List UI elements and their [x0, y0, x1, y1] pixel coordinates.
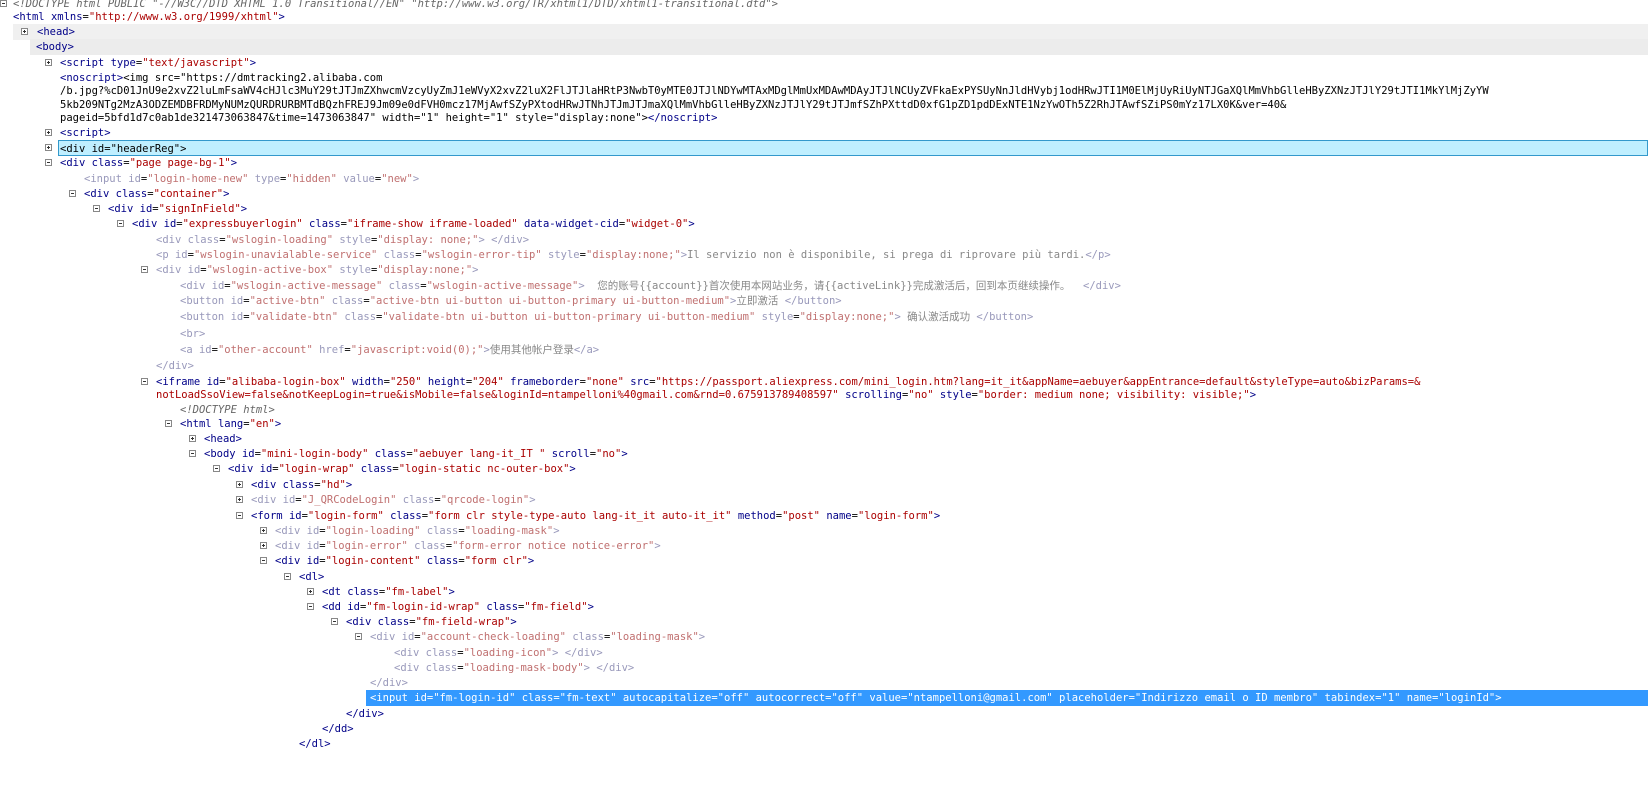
tree-row-head[interactable]: <head> [13, 24, 1648, 40]
tree-row-other-account[interactable]: <a id="other-account" href="javascript:v… [0, 342, 1648, 358]
tree-row-login-error[interactable]: <div id="login-error" class="form-error … [0, 538, 1648, 554]
tree-row-iframe-cont: notLoadSsoView=false&notKeepLogin=true&i… [156, 389, 1257, 401]
collapse-icon[interactable] [331, 618, 338, 625]
tree-row-div-close: </div> [370, 677, 408, 689]
expand-icon[interactable] [307, 588, 314, 595]
tree-row-inner-html[interactable]: <html lang="en"> [0, 416, 1648, 432]
tree-row-input-hidden[interactable]: <input id="login-home-new" type="hidden"… [0, 171, 1648, 187]
expand-icon[interactable] [260, 527, 267, 534]
tree-row-dl[interactable]: <dl> [0, 569, 1648, 585]
tree-row-br[interactable]: <br> [0, 326, 1648, 342]
tree-row-dl-close: </dl> [299, 738, 331, 750]
tree-row-validate-btn[interactable]: <button id="validate-btn" class="validat… [0, 309, 1648, 325]
expand-icon[interactable] [45, 144, 52, 151]
expand-icon[interactable] [45, 59, 52, 66]
tree-row-html[interactable]: <html xmlns="http://www.w3.org/1999/xhtm… [0, 9, 1648, 25]
tree-row-selected-input[interactable]: <input id="fm-login-id" class="fm-text" … [366, 690, 1648, 706]
tree-row-loading-icon[interactable]: <div class="loading-icon"> </div> [0, 645, 1648, 661]
tree-row-active-message[interactable]: <div id="wslogin-active-message" class="… [0, 278, 1648, 294]
tree-row-wslogin-loading[interactable]: <div class="wslogin-loading" style="disp… [0, 232, 1648, 248]
collapse-icon[interactable] [213, 465, 220, 472]
collapse-icon[interactable] [236, 512, 243, 519]
attr-value: "http://www.w3.org/1999/xhtml" [88, 11, 279, 23]
collapse-icon[interactable] [189, 450, 196, 457]
tree-row-dt[interactable]: <dt class="fm-label"> [0, 584, 1648, 600]
tree-row-script[interactable]: <script type="text/javascript"> [0, 55, 1648, 71]
tree-row-container[interactable]: <div class="container"> [0, 186, 1648, 202]
tag-body: <body> [36, 41, 74, 53]
tree-row-dd[interactable]: <dd id="fm-login-id-wrap" class="fm-fiel… [0, 599, 1648, 615]
tree-row-script[interactable]: <script> [0, 125, 1648, 141]
collapse-icon[interactable] [284, 573, 291, 580]
tag-name: <html [13, 11, 45, 23]
dom-inspector-tree: <!DOCTYPE html PUBLIC "-//W3C//DTD XHTML… [0, 0, 1648, 792]
tree-row-qrcode[interactable]: <div id="J_QRCodeLogin" class="qrcode-lo… [0, 492, 1648, 508]
tag-head: <head> [37, 26, 75, 38]
tree-row-signinfield[interactable]: <div id="signInField"> [0, 201, 1648, 217]
collapse-icon[interactable] [0, 0, 7, 7]
tree-row-expressbuyerlogin[interactable]: <div id="expressbuyerlogin" class="ifram… [0, 216, 1648, 232]
collapse-icon[interactable] [260, 557, 267, 564]
expand-icon[interactable] [260, 542, 267, 549]
collapse-icon[interactable] [141, 378, 148, 385]
collapse-icon[interactable] [307, 603, 314, 610]
tree-row-body[interactable]: <body> [30, 39, 1648, 55]
collapse-icon[interactable] [165, 420, 172, 427]
tree-row-inner-body[interactable]: <body id="mini-login-body" class="aebuye… [0, 446, 1648, 462]
collapse-icon[interactable] [69, 190, 76, 197]
tree-row-login-loading[interactable]: <div id="login-loading" class="loading-m… [0, 523, 1648, 539]
expand-icon[interactable] [45, 129, 52, 136]
tree-row-active-btn[interactable]: <button id="active-btn" class="active-bt… [0, 293, 1648, 309]
tree-row-login-content[interactable]: <div id="login-content" class="form clr"… [0, 553, 1648, 569]
tree-row-headerreg[interactable]: <div id="headerReg"> [58, 140, 1648, 156]
tree-row-field-wrap[interactable]: <div class="fm-field-wrap"> [0, 614, 1648, 630]
tree-row-loading-body[interactable]: <div class="loading-mask-body"> </div> [0, 660, 1648, 676]
tree-row-noscript-cont: pageid=5bfd1d7c0ab1de321473063847&time=1… [60, 112, 718, 124]
tree-row-wslogin-unavailable[interactable]: <p id="wslogin-unavialable-service" clas… [0, 247, 1648, 263]
collapse-icon[interactable] [93, 205, 100, 212]
expand-icon[interactable] [236, 481, 243, 488]
tree-row-dd-close: </dd> [322, 723, 354, 735]
collapse-icon[interactable] [141, 266, 148, 273]
tree-row-hd[interactable]: <div class="hd"> [0, 477, 1648, 493]
tree-row-div-page[interactable]: <div class="page page-bg-1"> [0, 155, 1648, 171]
tree-row-div-close: </div> [346, 708, 384, 720]
tree-row-account-check[interactable]: <div id="account-check-loading" class="l… [0, 629, 1648, 645]
tree-row-div-close: </div> [156, 360, 194, 372]
expand-icon[interactable] [189, 435, 196, 442]
collapse-icon[interactable] [117, 220, 124, 227]
tree-row-inner-head[interactable]: <head> [0, 431, 1648, 447]
tree-row-wslogin-active-box[interactable]: <div id="wslogin-active-box" style="disp… [0, 262, 1648, 278]
expand-icon[interactable] [236, 496, 243, 503]
expand-icon[interactable] [21, 28, 28, 35]
tree-row-login-wrap[interactable]: <div id="login-wrap" class="login-static… [0, 461, 1648, 477]
collapse-icon[interactable] [355, 633, 362, 640]
attr-name: xmlns [50, 11, 83, 23]
tree-row-form[interactable]: <form id="login-form" class="form clr st… [0, 508, 1648, 524]
collapse-icon[interactable] [45, 159, 52, 166]
